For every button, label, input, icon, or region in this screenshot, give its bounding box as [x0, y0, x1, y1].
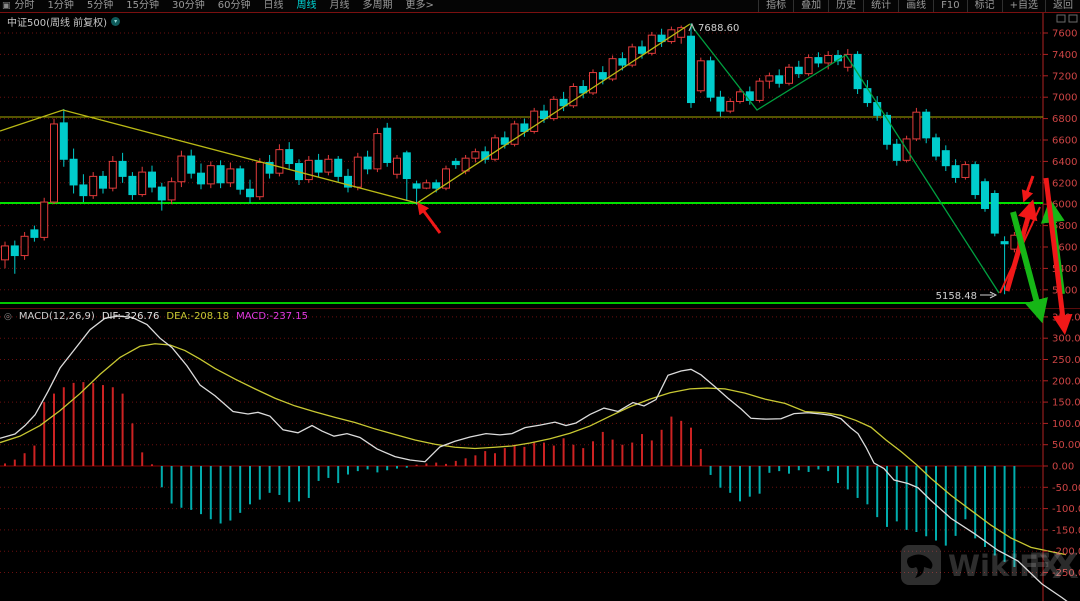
wikifx-watermark: WikiFXFX — [901, 545, 1079, 587]
svg-text:6400: 6400 — [1052, 157, 1077, 168]
period-tabs: 分时 1分钟 5分钟 15分钟 30分钟 60分钟日线 周线 月线 多周期 更多> — [15, 0, 434, 12]
dif-value: DIF:-326.76 — [102, 311, 160, 322]
period-tab-8[interactable]: 月线 — [329, 0, 349, 12]
svg-text:0.00: 0.00 — [1052, 462, 1074, 473]
period-tab-7[interactable]: 周线 — [296, 0, 316, 12]
period-tab-4[interactable]: 30分钟 — [172, 0, 205, 12]
period-tab-9[interactable]: 多周期 — [362, 0, 392, 12]
drawn-annotations — [420, 176, 1064, 327]
toolbar-button-1[interactable]: 叠加 — [793, 0, 828, 12]
period-tab-6[interactable]: 日线 — [263, 0, 283, 12]
period-tab-10[interactable]: 更多> — [405, 0, 433, 12]
macd-value: MACD:-237.15 — [236, 311, 308, 322]
trading-app: { "toolbar": { "grid_icon": "▣", "left_i… — [0, 0, 1080, 601]
title-row: 中证500(周线 前复权) ▾ — [7, 14, 120, 29]
svg-text:350.0: 350.0 — [1052, 312, 1080, 323]
toolbar-button-8[interactable]: 返回 — [1045, 0, 1080, 12]
gridlines — [0, 13, 1080, 601]
toolbar-button-7[interactable]: +自选 — [1002, 0, 1045, 12]
svg-text:150.0: 150.0 — [1052, 398, 1080, 409]
period-tab-2[interactable]: 5分钟 — [87, 0, 113, 12]
svg-text:250.0: 250.0 — [1052, 355, 1080, 366]
period-tab-0[interactable]: 分时 — [15, 0, 35, 12]
high-price-label: 7688.60 — [698, 23, 739, 34]
toolbar-button-4[interactable]: 画线 — [898, 0, 933, 12]
svg-text:6200: 6200 — [1052, 178, 1077, 189]
price-chart[interactable]: 7600740072007000680066006400620060005800… — [0, 0, 1080, 601]
svg-text:7600: 7600 — [1052, 29, 1077, 40]
watermark-partial-text: FX — [1028, 547, 1079, 587]
svg-text:-100.0: -100.0 — [1052, 504, 1080, 515]
svg-text:7400: 7400 — [1052, 50, 1077, 61]
period-tab-3[interactable]: 15分钟 — [126, 0, 159, 12]
svg-text:5200: 5200 — [1052, 285, 1077, 296]
svg-text:7200: 7200 — [1052, 71, 1077, 82]
svg-text:100.0: 100.0 — [1052, 419, 1080, 430]
symbol-title: 中证500(周线 前复权) — [7, 14, 107, 29]
toolbar: ▣ 分时 1分钟 5分钟 15分钟 30分钟 60分钟日线 周线 月线 多周期 更多> 指标叠加历… — [0, 0, 1080, 12]
toolbar-button-6[interactable]: 标记 — [967, 0, 1002, 12]
dea-value: DEA:-208.18 — [166, 311, 229, 322]
toolbar-button-0[interactable]: 指标 — [758, 0, 793, 12]
svg-text:6600: 6600 — [1052, 136, 1077, 147]
indicator-toggle-icon[interactable]: ◎ — [4, 312, 12, 322]
settings-icon[interactable]: ▾ — [111, 17, 120, 26]
toolbar-button-2[interactable]: 历史 — [828, 0, 863, 12]
low-price-label: 5158.48 — [936, 291, 977, 302]
svg-text:-150.0: -150.0 — [1052, 525, 1080, 536]
toolbar-actions: 指标叠加历史统计画线F10标记+自选返回 — [758, 0, 1080, 12]
toolbar-button-3[interactable]: 统计 — [863, 0, 898, 12]
grid-icon[interactable]: ▣ — [2, 0, 11, 12]
period-tab-1[interactable]: 1分钟 — [48, 0, 74, 12]
indicator-name[interactable]: MACD(12,26,9) — [19, 311, 95, 322]
indicator-row: ◎ MACD(12,26,9) DIF:-326.76 DEA:-208.18 … — [4, 311, 308, 322]
toolbar-button-5[interactable]: F10 — [933, 0, 966, 12]
svg-text:6000: 6000 — [1052, 200, 1077, 211]
svg-text:50.00: 50.00 — [1052, 440, 1080, 451]
svg-text:6800: 6800 — [1052, 114, 1077, 125]
svg-text:300.0: 300.0 — [1052, 334, 1080, 345]
period-tab-5[interactable]: 60分钟 — [218, 0, 251, 12]
svg-text:-50.00: -50.00 — [1052, 483, 1080, 494]
svg-text:200.0: 200.0 — [1052, 376, 1080, 387]
svg-text:7000: 7000 — [1052, 93, 1077, 104]
